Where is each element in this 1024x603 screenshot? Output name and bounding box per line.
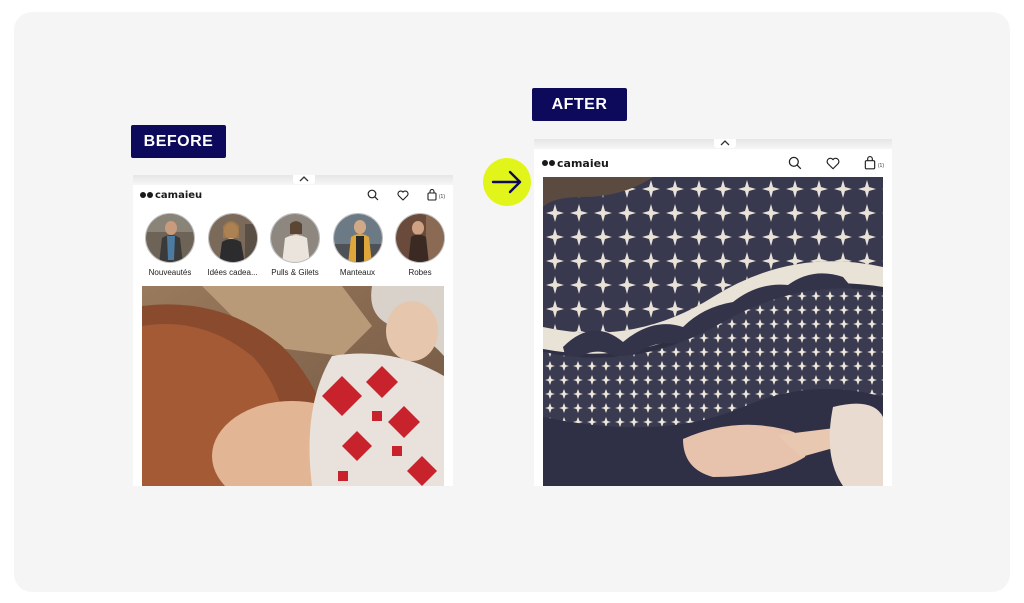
category-stories: Nouveautés Idées cadea... Pulls & Gilets… — [133, 213, 453, 283]
after-label: AFTER — [532, 88, 627, 121]
heart-icon[interactable] — [826, 157, 840, 170]
hero-image — [543, 177, 883, 486]
logo-text: camaieu — [557, 156, 609, 170]
story-label: Robes — [408, 268, 432, 277]
site-header: camaieu (1) — [133, 181, 453, 209]
story-label: Idées cadea... — [207, 268, 258, 277]
story-label: Pulls & Gilets — [271, 268, 319, 277]
story-thumbnail — [145, 213, 195, 263]
bag-count: (1) — [438, 194, 445, 200]
story-label: Manteaux — [339, 268, 376, 277]
story-item[interactable]: Nouveautés — [141, 213, 199, 283]
bag-button[interactable]: (1) — [864, 156, 884, 170]
story-item[interactable]: Pulls & Gilets — [266, 213, 324, 283]
before-screen: camaieu (1) Nouveautés Idées cadea... Pu… — [133, 175, 453, 486]
search-icon[interactable] — [788, 156, 802, 170]
bag-count: (1) — [877, 163, 884, 169]
story-thumbnail — [332, 213, 383, 263]
heart-icon[interactable] — [397, 190, 409, 201]
story-label: Nouveautés — [148, 268, 192, 277]
logo-text: camaieu — [155, 189, 203, 201]
arrow-right-icon — [483, 158, 531, 206]
story-item[interactable]: Robes — [391, 213, 449, 283]
camaieu-logo[interactable]: camaieu — [542, 157, 609, 170]
after-screen: camaieu (1) — [534, 139, 892, 486]
bag-button[interactable]: (1) — [427, 189, 445, 201]
shopping-bag-icon — [864, 156, 876, 170]
shopping-bag-icon — [427, 189, 437, 201]
story-item[interactable]: Manteaux — [329, 213, 387, 283]
story-thumbnail — [207, 213, 258, 263]
story-thumbnail — [395, 213, 445, 263]
hero-image — [142, 286, 444, 486]
site-header: camaieu (1) — [534, 145, 892, 181]
camaieu-logo[interactable]: camaieu — [140, 190, 202, 201]
search-icon[interactable] — [367, 189, 379, 201]
story-item[interactable]: Idées cadea... — [204, 213, 262, 283]
before-label: BEFORE — [131, 125, 226, 158]
story-thumbnail — [270, 213, 320, 263]
